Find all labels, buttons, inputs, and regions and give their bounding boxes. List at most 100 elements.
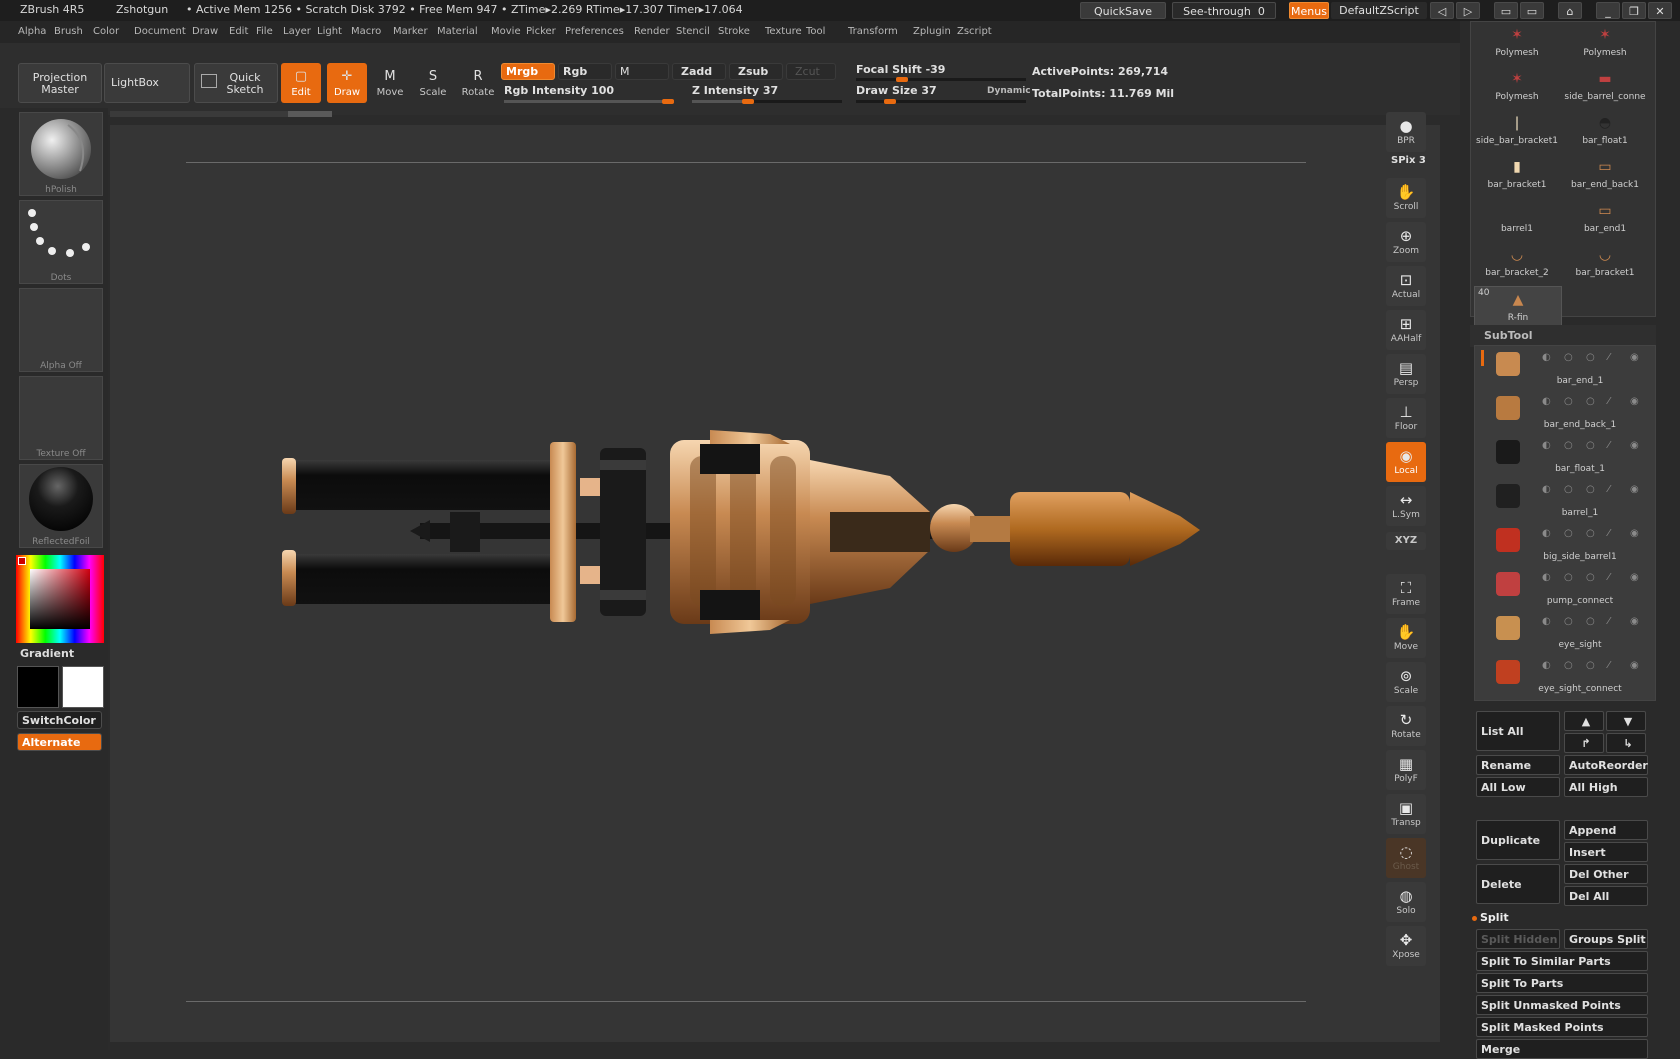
dot-icon[interactable]: ○ bbox=[1564, 440, 1573, 451]
see-through-slider[interactable]: See-through 0 bbox=[1172, 2, 1276, 19]
delete-button[interactable]: Delete bbox=[1476, 864, 1560, 904]
polypaint-toggle-icon[interactable]: ◐ bbox=[1542, 572, 1551, 583]
dot-icon[interactable]: ○ bbox=[1564, 528, 1573, 539]
brush-thumbnail[interactable]: hPolish bbox=[19, 112, 103, 196]
eye-icon[interactable]: ◉ bbox=[1630, 572, 1639, 583]
del-other-button[interactable]: Del Other bbox=[1564, 864, 1648, 884]
move-down-icon[interactable]: ▼ bbox=[1606, 711, 1646, 731]
menu-alpha[interactable]: Alpha bbox=[18, 26, 46, 37]
focal-shift-slider[interactable] bbox=[856, 77, 1026, 82]
polypaint-toggle-icon[interactable]: ◐ bbox=[1542, 528, 1551, 539]
polypaint-toggle-icon[interactable]: ◐ bbox=[1542, 616, 1551, 627]
subtool-item[interactable]: bar_end_1 ◐ ○ ○ ⁄ ◉ bbox=[1490, 346, 1653, 390]
tool-thumbnail[interactable]: ▮ bar_bracket1 bbox=[1474, 154, 1560, 196]
groups-split-button[interactable]: Groups Split bbox=[1564, 929, 1648, 949]
subtool-list-scroll[interactable] bbox=[1481, 350, 1484, 366]
subtool-item[interactable]: eye_sight_connect ◐ ○ ○ ⁄ ◉ bbox=[1490, 654, 1653, 698]
duplicate-button[interactable]: Duplicate bbox=[1476, 820, 1560, 860]
eye-icon[interactable]: ◉ bbox=[1630, 616, 1639, 627]
polypaint-toggle-icon[interactable]: ◐ bbox=[1542, 396, 1551, 407]
spix-slider[interactable]: SPix 3 bbox=[1391, 155, 1426, 166]
append-button[interactable]: Append bbox=[1564, 820, 1648, 840]
tool-thumbnail[interactable]: ▲ R-fin 40 bbox=[1474, 286, 1562, 330]
lightbox-button[interactable]: LightBox bbox=[104, 63, 190, 103]
rotate-button[interactable]: ↻ Rotate bbox=[1386, 706, 1426, 746]
tool-move-button[interactable]: M Move bbox=[370, 63, 410, 103]
menu-layer[interactable]: Layer bbox=[283, 26, 311, 37]
minimize-icon[interactable]: _ bbox=[1596, 2, 1620, 19]
menu-tool[interactable]: Tool bbox=[806, 26, 825, 37]
draw-size-slider[interactable] bbox=[856, 99, 1026, 104]
subtool-item[interactable]: barrel_1 ◐ ○ ○ ⁄ ◉ bbox=[1490, 478, 1653, 522]
material-thumbnail[interactable]: ReflectedFoil bbox=[19, 464, 103, 548]
split-section-header[interactable]: Split bbox=[1480, 911, 1509, 924]
dynamic-toggle[interactable]: Dynamic bbox=[987, 86, 1031, 96]
secondary-color-swatch[interactable] bbox=[62, 666, 104, 708]
menu-stencil[interactable]: Stencil bbox=[676, 26, 710, 37]
dot-icon[interactable]: ○ bbox=[1586, 352, 1595, 363]
projection-master-button[interactable]: Projection Master bbox=[18, 63, 102, 103]
bpr-button[interactable]: ● BPR bbox=[1386, 112, 1426, 152]
rename-button[interactable]: Rename bbox=[1476, 755, 1560, 775]
split-masked-points-button[interactable]: Split Masked Points bbox=[1476, 1017, 1648, 1037]
default-zscript-button[interactable]: DefaultZScript bbox=[1331, 2, 1427, 19]
gradient-label[interactable]: Gradient bbox=[20, 647, 74, 660]
zoom-button[interactable]: ⊕ Zoom bbox=[1386, 222, 1426, 262]
menu-zplugin[interactable]: Zplugin bbox=[913, 26, 951, 37]
restore-icon[interactable]: ❐ bbox=[1622, 2, 1646, 19]
tray-right-icon[interactable]: ▷ bbox=[1456, 2, 1480, 19]
eye-icon[interactable]: ◉ bbox=[1630, 396, 1639, 407]
all-low-button[interactable]: All Low bbox=[1476, 777, 1560, 797]
del-all-button[interactable]: Del All bbox=[1564, 886, 1648, 906]
layout-2-icon[interactable]: ▭ bbox=[1520, 2, 1544, 19]
transp-button[interactable]: ▣ Transp bbox=[1386, 794, 1426, 834]
menu-document[interactable]: Document bbox=[134, 26, 186, 37]
split-unmasked-points-button[interactable]: Split Unmasked Points bbox=[1476, 995, 1648, 1015]
menu-macro[interactable]: Macro bbox=[351, 26, 381, 37]
shotgun-model[interactable] bbox=[270, 420, 1210, 650]
rgb-intensity-slider[interactable] bbox=[504, 99, 674, 104]
arrow-down-right-icon[interactable]: ↳ bbox=[1606, 733, 1646, 753]
zcut-button[interactable]: Zcut bbox=[786, 63, 836, 80]
color-picker[interactable] bbox=[16, 555, 104, 643]
scroll-button[interactable]: ✋ Scroll bbox=[1386, 178, 1426, 218]
subtool-item[interactable]: bar_float_1 ◐ ○ ○ ⁄ ◉ bbox=[1490, 434, 1653, 478]
zsub-button[interactable]: Zsub bbox=[729, 63, 783, 80]
polypaint-toggle-icon[interactable]: ◐ bbox=[1542, 440, 1551, 451]
menu-marker[interactable]: Marker bbox=[393, 26, 428, 37]
eye-icon[interactable]: ◉ bbox=[1630, 484, 1639, 495]
persp-button[interactable]: ▤ Persp bbox=[1386, 354, 1426, 394]
menu-material[interactable]: Material bbox=[437, 26, 478, 37]
rgb-button[interactable]: Rgb bbox=[558, 63, 612, 80]
brush-icon[interactable]: ⁄ bbox=[1608, 572, 1610, 583]
shelf-scrollbar[interactable] bbox=[110, 111, 332, 117]
tool-rotate-button[interactable]: R Rotate bbox=[458, 63, 498, 103]
menu-file[interactable]: File bbox=[256, 26, 273, 37]
polyf-button[interactable]: ▦ PolyF bbox=[1386, 750, 1426, 790]
stroke-thumbnail[interactable]: Dots bbox=[19, 200, 103, 284]
move-up-icon[interactable]: ▲ bbox=[1564, 711, 1604, 731]
polypaint-toggle-icon[interactable]: ◐ bbox=[1542, 660, 1551, 671]
menu-preferences[interactable]: Preferences bbox=[565, 26, 624, 37]
menu-transform[interactable]: Transform bbox=[848, 26, 898, 37]
tool-thumbnail[interactable]: ▭ bar_end1 bbox=[1562, 198, 1648, 240]
subtool-item[interactable]: pump_connect ◐ ○ ○ ⁄ ◉ bbox=[1490, 566, 1653, 610]
lock-icon[interactable]: ⌂ bbox=[1558, 2, 1582, 19]
dot-icon[interactable]: ○ bbox=[1586, 440, 1595, 451]
z-intensity-slider[interactable] bbox=[692, 99, 842, 104]
brush-icon[interactable]: ⁄ bbox=[1608, 440, 1610, 451]
frame-button[interactable]: ⛶ Frame bbox=[1386, 574, 1426, 614]
tool-scale-button[interactable]: S Scale bbox=[413, 63, 453, 103]
lsym-button[interactable]: ↔ L.Sym bbox=[1386, 486, 1426, 526]
insert-button[interactable]: Insert bbox=[1564, 842, 1648, 862]
brush-icon[interactable]: ⁄ bbox=[1608, 660, 1610, 671]
texture-thumbnail[interactable]: Texture Off bbox=[19, 376, 103, 460]
eye-icon[interactable]: ◉ bbox=[1630, 440, 1639, 451]
subtool-item[interactable]: eye_sight ◐ ○ ○ ⁄ ◉ bbox=[1490, 610, 1653, 654]
zadd-button[interactable]: Zadd bbox=[672, 63, 726, 80]
all-high-button[interactable]: All High bbox=[1564, 777, 1648, 797]
tool-thumbnail[interactable]: ❘ side_bar_bracket1 bbox=[1474, 110, 1560, 152]
autoreorder-button[interactable]: AutoReorder bbox=[1564, 755, 1648, 775]
menu-movie[interactable]: Movie bbox=[491, 26, 521, 37]
menu-draw[interactable]: Draw bbox=[192, 26, 218, 37]
